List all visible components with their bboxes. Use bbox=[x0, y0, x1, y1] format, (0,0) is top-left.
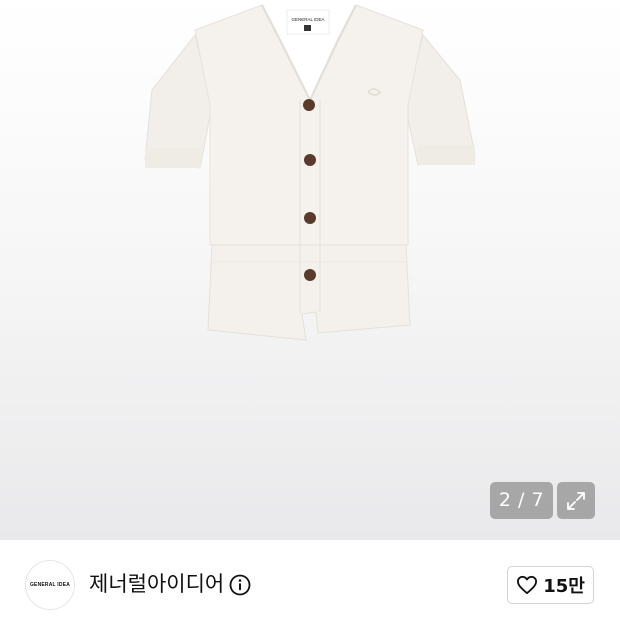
image-counter: 2 / 7 bbox=[490, 482, 553, 519]
expand-arrows-icon bbox=[567, 491, 585, 510]
like-count: 15만 bbox=[543, 576, 585, 597]
brand-logo[interactable]: GENERAL IDEA bbox=[25, 560, 75, 610]
brand-logo-text: GENERAL IDEA bbox=[29, 582, 71, 588]
garment-button bbox=[304, 269, 316, 281]
expand-button[interactable] bbox=[557, 482, 595, 519]
garment-button bbox=[304, 212, 316, 224]
garment-button bbox=[303, 99, 315, 111]
heart-outline-icon bbox=[517, 575, 538, 595]
garment-button bbox=[304, 154, 316, 166]
product-image: GENERAL IDEA bbox=[144, 4, 476, 341]
product-image-gallery[interactable]: GENERAL IDEA 2 / 7 bbox=[0, 0, 620, 540]
garment-label: GENERAL IDEA bbox=[291, 17, 324, 22]
like-button[interactable]: 15만 bbox=[507, 566, 594, 604]
brand-name[interactable]: 제너럴아이디어 bbox=[89, 569, 224, 599]
info-circle-icon[interactable] bbox=[229, 574, 251, 596]
